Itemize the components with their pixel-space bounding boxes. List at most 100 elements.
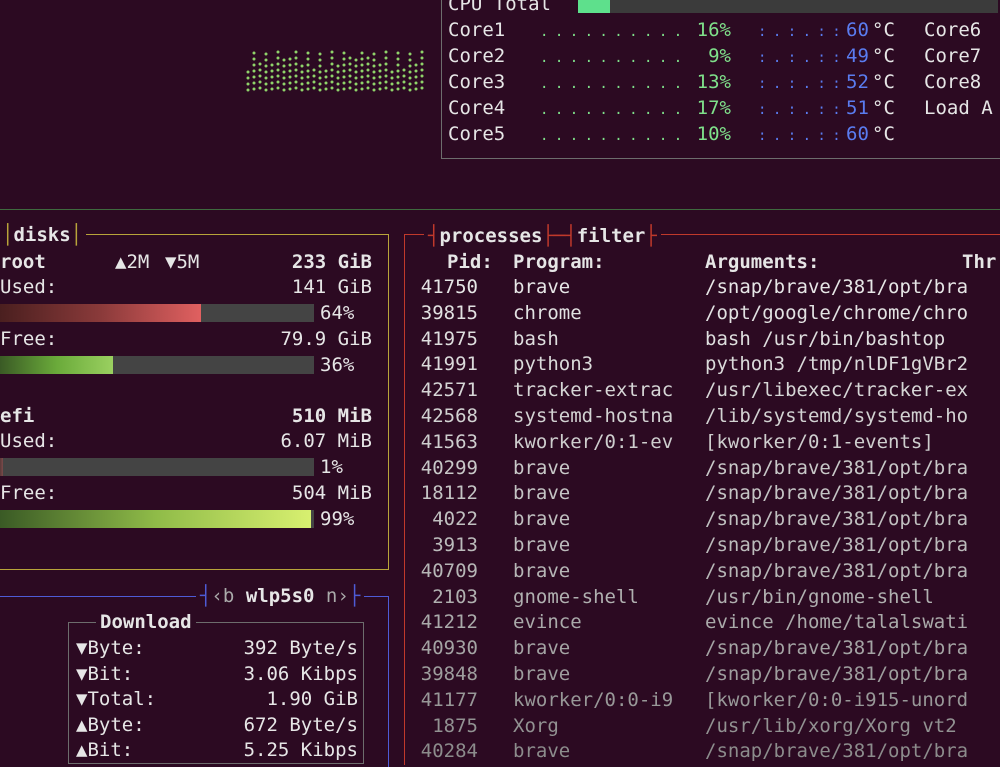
net-stat-row: ▲Bit: 5.25 Kibps [76, 737, 358, 763]
process-row[interactable]: 4022 brave/snap/brave/381/opt/bra [405, 506, 1000, 532]
graph-dot [378, 69, 382, 73]
process-row[interactable]: 18112 brave/snap/brave/381/opt/bra [405, 480, 1000, 506]
graph-dot [396, 75, 400, 79]
col-arguments-header[interactable]: Arguments: [705, 249, 819, 275]
process-row[interactable]: 40930 brave/snap/brave/381/opt/bra [405, 635, 1000, 661]
net-stat-value: 5.25 Kibps [243, 739, 358, 761]
process-row[interactable]: 40709 brave/snap/brave/381/opt/bra [405, 558, 1000, 584]
graph-dot [288, 81, 292, 85]
process-program: brave [513, 663, 571, 685]
graph-dot [288, 69, 292, 73]
graph-dot [330, 74, 334, 78]
arrow-icon: ▼ [76, 637, 88, 659]
core-name: Core3 [448, 71, 506, 93]
graph-dot [342, 51, 346, 55]
col-pid-header[interactable]: Pid: [447, 249, 493, 275]
graph-dot [414, 63, 418, 67]
graph-dot [300, 82, 304, 86]
net-stat-label: Byte: [87, 713, 145, 736]
graph-dot [366, 74, 370, 78]
next-interface-button[interactable]: n› [326, 585, 349, 607]
graph-dot [270, 75, 274, 79]
graph-dot [384, 80, 388, 84]
process-row[interactable]: 41212 evince evince /home/talalswati [405, 609, 1000, 635]
process-program: chrome [513, 301, 582, 324]
process-row[interactable]: 42571 tracker-extrac/usr/libexec/tracker-… [405, 377, 1000, 403]
graph-dot [348, 56, 352, 60]
graph-dot [384, 56, 388, 60]
process-row[interactable]: 41750 brave/snap/brave/381/opt/bra [405, 274, 1000, 300]
core-temp-unit: °C [872, 123, 895, 145]
graph-dot [294, 86, 298, 90]
graph-dot [336, 64, 340, 68]
core-percent: 9% [708, 45, 731, 67]
graph-dot [294, 74, 298, 78]
graph-dot [360, 81, 364, 85]
process-row[interactable]: 41975 bash bash /usr/bin/bashtop [405, 326, 1000, 352]
prev-interface-button[interactable]: ‹b [211, 585, 234, 607]
graph-dot [408, 52, 412, 56]
graph-dot [336, 88, 340, 92]
processes-title: ┤processes├─┤filter├ [424, 223, 661, 249]
process-pid: 4022 [432, 508, 478, 531]
graph-dot [306, 63, 310, 67]
graph-dot [258, 80, 262, 84]
col-program-header[interactable]: Program: [513, 249, 605, 275]
disk-root-header: root ▲2M ▼5M 233 GiB [0, 251, 372, 273]
graph-dot [282, 88, 286, 92]
process-program: Xorg [513, 714, 559, 737]
graph-dot [264, 76, 268, 80]
core-temp-unit: °C [872, 97, 895, 119]
process-args: [kworker/0:0-i915-unord [705, 688, 969, 711]
graph-dot [276, 56, 280, 60]
process-row[interactable]: 40299 brave/snap/brave/381/opt/bra [405, 455, 1000, 481]
graph-dot [366, 62, 370, 66]
process-row[interactable]: 2103 gnome-shell/usr/bin/gnome-shell [405, 584, 1000, 610]
graph-dot [360, 51, 364, 55]
process-args: /usr/libexec/tracker-ex [705, 379, 969, 402]
graph-dot [324, 87, 328, 91]
core-temp-unit: °C [872, 71, 895, 93]
net-stat-row: ▼Bit: 3.06 Kibps [76, 661, 358, 687]
process-row[interactable]: 39848 brave/snap/brave/381/opt/bra [405, 661, 1000, 687]
process-row[interactable]: 42568 systemd-hostna/lib/systemd/systemd-… [405, 403, 1000, 429]
core-temp-graph: : . : . : : [758, 102, 841, 118]
graph-dot [264, 88, 268, 92]
filter-button[interactable]: filter [577, 225, 646, 247]
graph-dot [378, 63, 382, 67]
net-stat-value: 392 Byte/s [243, 637, 358, 659]
process-row[interactable]: 40284 brave/snap/brave/381/opt/bra [405, 738, 1000, 764]
core-temp-graph: : . : . : : [758, 50, 841, 66]
core-row: Core2 . . . . . . . . . . 9%: . : . : : 49 °… [448, 43, 1000, 69]
process-args: /snap/brave/381/opt/bra [705, 534, 969, 556]
process-row[interactable]: 41991 python3 python3 /tmp/nlDF1gVBr2 [405, 351, 1000, 377]
col-threads-header[interactable]: Thr [962, 249, 996, 275]
graph-dot [372, 52, 376, 56]
core-temp: 52 [846, 71, 869, 93]
process-row[interactable]: 3913 brave/snap/brave/381/opt/bra [405, 532, 1000, 558]
graph-dot [318, 88, 322, 92]
graph-dot [372, 82, 376, 86]
graph-dot [330, 62, 334, 66]
core-temp-graph: : . : . : : [758, 24, 841, 40]
graph-dot [402, 74, 406, 78]
graph-dot [378, 87, 382, 91]
graph-dot [294, 56, 298, 60]
arrow-icon: ▼ [76, 662, 88, 685]
graph-dot [360, 63, 364, 67]
process-row[interactable]: 41177 kworker/0:0-i9 [kworker/0:0-i915-uno… [405, 687, 1000, 713]
graph-dot [396, 57, 400, 61]
graph-dot [306, 51, 310, 55]
graph-dot [246, 88, 250, 92]
process-pid: 41750 [420, 276, 478, 298]
core-temp: 51 [846, 97, 869, 119]
process-row[interactable]: 41563 kworker/0:1-ev [kworker/0:1-events] [405, 429, 1000, 455]
process-row[interactable]: 39815 chrome/opt/google/chrome/chro [405, 300, 1000, 326]
graph-dot [246, 76, 250, 80]
graph-dot [318, 82, 322, 86]
process-row[interactable]: 1875 Xorg/usr/lib/xorg/Xorg vt2 [405, 713, 1000, 739]
graph-dot [360, 87, 364, 91]
disk-efi-free: Free: 504 MiB [0, 482, 372, 504]
graph-dot [384, 50, 388, 54]
graph-dot [318, 52, 322, 56]
